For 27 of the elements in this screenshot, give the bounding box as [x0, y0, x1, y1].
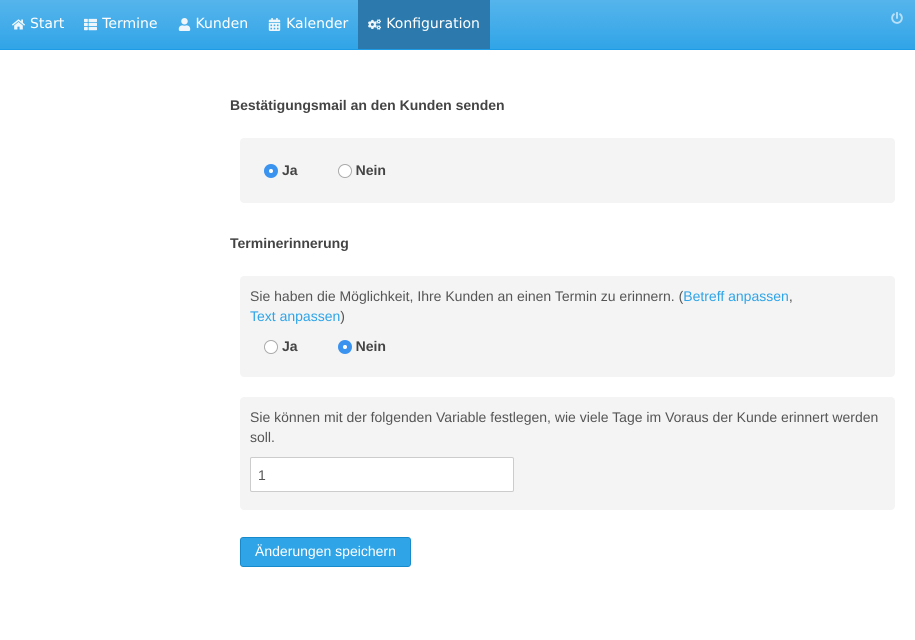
- section-title: Bestätigungsmail an den Kunden senden: [230, 96, 506, 115]
- description-text: Sie können mit der folgenden Variable festlegen, wie viele Tage im Voraus der Kunde erinnert werden soll.: [250, 408, 880, 447]
- list-icon: [84, 18, 98, 31]
- home-icon: [12, 18, 25, 31]
- nav-tab[interactable]: Start: [2, 0, 74, 49]
- days-input[interactable]: 1: [250, 457, 514, 492]
- save-button[interactable]: Änderungen speichern: [240, 536, 411, 566]
- nav-tab[interactable]: Kalender: [258, 0, 358, 49]
- radio-button[interactable]: [264, 340, 278, 354]
- user-icon: [178, 18, 191, 31]
- link[interactable]: Text anpassen: [250, 308, 340, 324]
- nav-tab[interactable]: Termine: [74, 0, 168, 49]
- radio-option[interactable]: Ja: [264, 160, 298, 181]
- gears-icon: [368, 18, 382, 31]
- radio-option[interactable]: Ja: [264, 336, 298, 357]
- power-icon: [891, 12, 903, 24]
- radio-button[interactable]: [338, 340, 352, 354]
- calendar-icon: [268, 18, 282, 31]
- radio-option[interactable]: Nein: [338, 336, 386, 357]
- nav-tab[interactable]: Kunden: [168, 0, 258, 49]
- radio-button[interactable]: [264, 164, 278, 178]
- radio-button[interactable]: [338, 164, 352, 178]
- link[interactable]: Betreff anpassen: [683, 288, 789, 304]
- section-title: Terminerinnerung: [230, 234, 350, 253]
- nav-tab[interactable]: Konfiguration: [358, 0, 490, 49]
- radio-option[interactable]: Nein: [338, 160, 386, 181]
- description-text: Sie haben die Möglichkeit, Ihre Kunden an einen Termin zu erinnern. (Betreff anpassen, Text anpassen): [250, 287, 794, 326]
